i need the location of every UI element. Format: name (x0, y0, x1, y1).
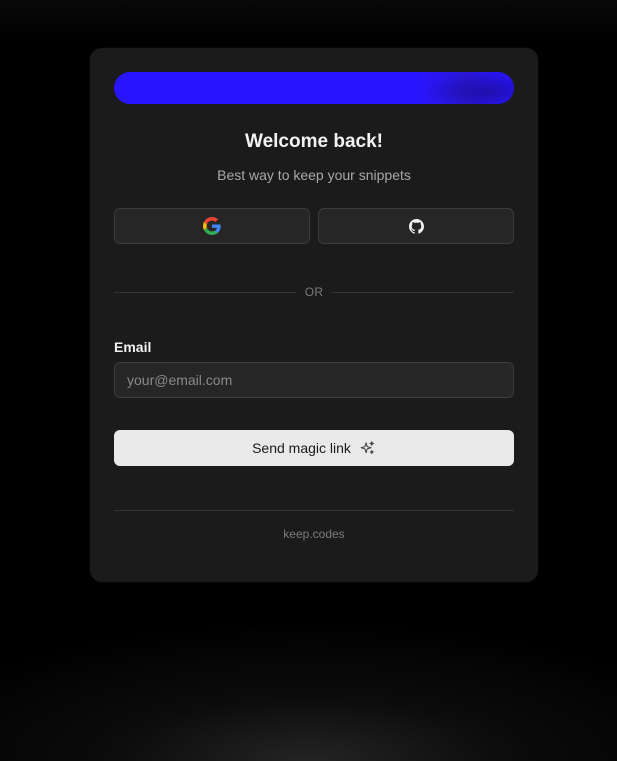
or-divider: OR (114, 283, 515, 301)
footer-divider (114, 510, 514, 511)
divider-text: OR (304, 285, 324, 299)
google-login-button[interactable] (114, 208, 310, 244)
github-icon (408, 218, 424, 234)
sparkles-icon (359, 440, 376, 457)
brand-banner (114, 72, 514, 104)
github-login-button[interactable] (318, 208, 514, 244)
google-icon (203, 217, 221, 235)
send-magic-link-button[interactable]: Send magic link (114, 430, 514, 466)
login-card: Welcome back! Best way to keep your snip… (90, 48, 538, 582)
email-input[interactable] (114, 362, 514, 398)
card-title: Welcome back! (245, 131, 383, 152)
card-subtitle: Best way to keep your snippets (217, 167, 411, 183)
send-magic-link-label: Send magic link (252, 440, 351, 456)
divider-line-left (114, 291, 296, 293)
footer-brand-text: keep.codes (283, 527, 345, 541)
divider-line-right (332, 291, 515, 293)
page-top-shade (0, 0, 617, 40)
email-label: Email (114, 339, 152, 355)
page-bottom-glow (0, 621, 617, 761)
